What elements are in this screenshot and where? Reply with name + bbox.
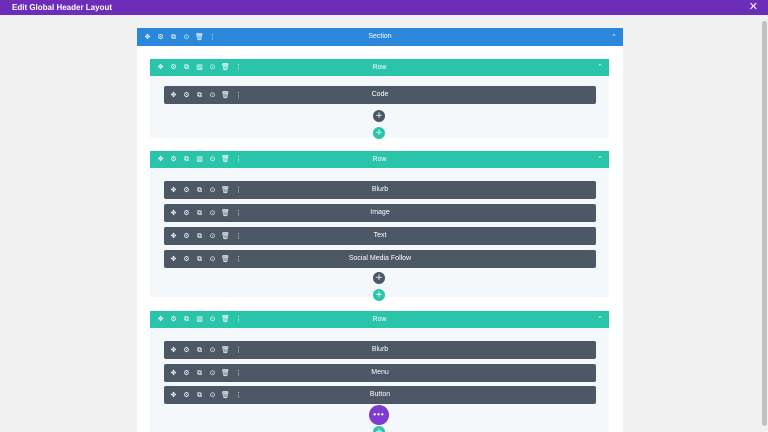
row-label: Row: [372, 64, 387, 71]
scrollbar-thumb[interactable]: [762, 21, 767, 426]
collapse-icon[interactable]: ⌃: [611, 28, 617, 46]
add-row-button[interactable]: +: [373, 289, 385, 301]
module-blurb[interactable]: ✥ ⚙ ⧉ ⊙ 🗑 ⋮ Blurb: [164, 181, 596, 199]
module-label: Social Media Follow: [348, 255, 412, 262]
section-header[interactable]: ✥ ⚙ ⧉ ⊙ 🗑 ⋮ Section ⌃: [137, 28, 623, 46]
collapse-icon[interactable]: ⌃: [597, 59, 603, 76]
title-bar: Edit Global Header Layout ✕: [0, 0, 768, 15]
page-settings-button[interactable]: •••: [369, 405, 389, 425]
section: ✥ ⚙ ⧉ ⊙ 🗑 ⋮ Section ⌃ ✥ ⚙ ⧉ ▥ ⊙ 🗑 ⋮ Row …: [137, 28, 623, 432]
scrollbar[interactable]: [760, 15, 768, 432]
window-title: Edit Global Header Layout: [12, 3, 113, 12]
module-label: Blurb: [371, 186, 389, 193]
row-header[interactable]: ✥ ⚙ ⧉ ▥ ⊙ 🗑 ⋮ Row ⌃: [150, 59, 609, 76]
row-header[interactable]: ✥ ⚙ ⧉ ▥ ⊙ 🗑 ⋮ Row ⌃: [150, 151, 609, 168]
module-label: Blurb: [371, 346, 389, 353]
section-label: Section: [368, 33, 392, 40]
module-label: Button: [369, 391, 391, 398]
collapse-icon[interactable]: ⌃: [597, 151, 603, 168]
module-social-media-follow[interactable]: ✥ ⚙ ⧉ ⊙ 🗑 ⋮ Social Media Follow: [164, 250, 596, 268]
collapse-icon[interactable]: ⌃: [597, 311, 603, 328]
module-menu[interactable]: ✥ ⚙ ⧉ ⊙ 🗑 ⋮ Menu: [164, 364, 596, 382]
row: ✥ ⚙ ⧉ ▥ ⊙ 🗑 ⋮ Row ⌃ ✥ ⚙ ⧉ ⊙ 🗑: [150, 151, 609, 301]
add-row-button[interactable]: +: [373, 127, 385, 139]
close-icon[interactable]: ✕: [749, 0, 758, 14]
add-row-button[interactable]: +: [373, 426, 385, 432]
add-module-button[interactable]: +: [373, 272, 385, 284]
row-label: Row: [372, 316, 387, 323]
module-image[interactable]: ✥ ⚙ ⧉ ⊙ 🗑 ⋮ Image: [164, 204, 596, 222]
row-label: Row: [372, 156, 387, 163]
module-label: Code: [371, 91, 389, 98]
module-code[interactable]: ✥ ⚙ ⧉ ⊙ 🗑 ⋮ Code: [164, 86, 596, 104]
module-label: Image: [370, 209, 390, 216]
module-label: Text: [373, 232, 387, 239]
builder-canvas: ✥ ⚙ ⧉ ⊙ 🗑 ⋮ Section ⌃ ✥ ⚙ ⧉ ▥ ⊙ 🗑 ⋮ Row …: [0, 15, 760, 432]
row: ✥ ⚙ ⧉ ▥ ⊙ 🗑 ⋮ Row ⌃ ✥ ⚙ ⧉ ⊙ 🗑: [150, 311, 609, 432]
module-button[interactable]: ✥ ⚙ ⧉ ⊙ 🗑 ⋮ Button: [164, 386, 596, 404]
module-label: Menu: [371, 369, 389, 376]
row: ✥ ⚙ ⧉ ▥ ⊙ 🗑 ⋮ Row ⌃ ✥ ⚙ ⧉ ⊙ 🗑: [150, 59, 609, 139]
add-module-button[interactable]: +: [373, 110, 385, 122]
module-text[interactable]: ✥ ⚙ ⧉ ⊙ 🗑 ⋮ Text: [164, 227, 596, 245]
module-blurb[interactable]: ✥ ⚙ ⧉ ⊙ 🗑 ⋮ Blurb: [164, 341, 596, 359]
row-header[interactable]: ✥ ⚙ ⧉ ▥ ⊙ 🗑 ⋮ Row ⌃: [150, 311, 609, 328]
